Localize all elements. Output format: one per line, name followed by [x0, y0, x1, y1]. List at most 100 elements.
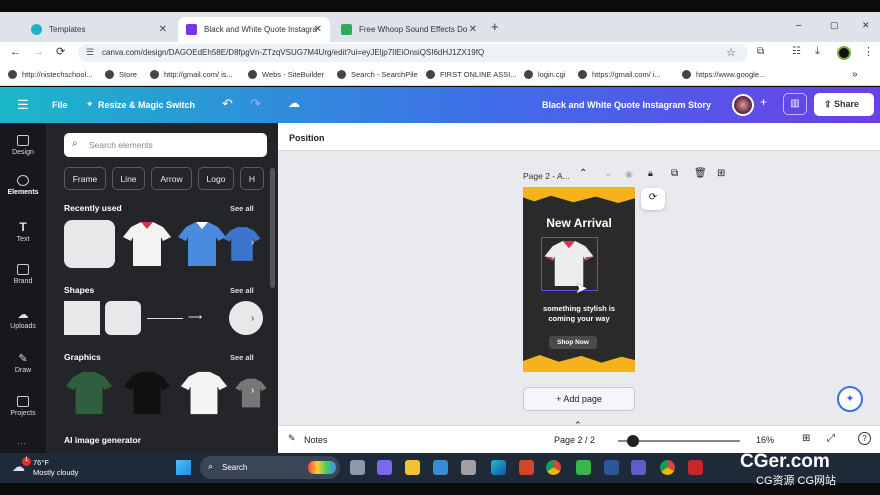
rail-draw[interactable]: ✎ Draw	[0, 352, 46, 374]
shape-square[interactable]	[64, 301, 100, 335]
reading-list-icon[interactable]: ☷	[792, 46, 801, 57]
new-tab-button[interactable]: +	[491, 19, 499, 34]
see-all-shapes-link[interactable]: See all	[230, 286, 254, 295]
close-window-button[interactable]: ✕	[862, 20, 870, 31]
chip-arrow[interactable]: Arrow	[151, 167, 192, 190]
design-shop-now-button[interactable]: Shop Now	[549, 336, 597, 349]
word-icon[interactable]	[604, 460, 619, 475]
shape-arrow[interactable]: ⟶	[188, 312, 224, 323]
design-tagline-line2[interactable]: coming your way	[523, 314, 635, 323]
zoom-level[interactable]: 16%	[756, 435, 774, 445]
shape-rounded-square[interactable]	[105, 301, 141, 335]
taskbar-search[interactable]: ⌕ Search	[200, 456, 340, 479]
profile-avatar[interactable]	[837, 46, 851, 60]
recent-polo-blue-2[interactable]	[222, 219, 262, 269]
redo-icon[interactable]: ↷	[250, 96, 261, 112]
bookmark-item[interactable]: Store	[105, 70, 137, 79]
help-icon[interactable]: ?	[858, 432, 871, 445]
task-view-icon[interactable]	[350, 460, 365, 475]
graphic-tshirt-black[interactable]	[122, 368, 172, 418]
recent-polo-white-red[interactable]	[121, 219, 173, 269]
chip-frame[interactable]: Frame	[64, 167, 106, 190]
app-icon[interactable]	[461, 460, 476, 475]
expand-pages-icon[interactable]: ⌃	[574, 420, 582, 431]
design-tagline-line1[interactable]: something stylish is	[523, 304, 635, 313]
bookmark-item[interactable]: Search - SearchPile	[337, 70, 418, 79]
bookmark-item[interactable]: FIRST ONLINE ASSI...	[426, 70, 517, 79]
user-avatar[interactable]	[732, 94, 754, 116]
bookmark-item[interactable]: Webs - SiteBuilder	[248, 70, 324, 79]
windows-start-icon[interactable]	[176, 460, 191, 475]
comment-add-button[interactable]: ⟳	[641, 188, 665, 210]
search-elements-input[interactable]: ⌕ Search elements	[64, 133, 267, 157]
duplicate-page-icon[interactable]: ⧉	[671, 168, 678, 179]
teams-chat-icon[interactable]	[377, 460, 392, 475]
chip-more[interactable]: H	[240, 167, 264, 190]
fullscreen-icon[interactable]: ⤢	[827, 433, 835, 444]
delete-page-icon[interactable]: 🗑︎	[694, 168, 707, 179]
minimize-button[interactable]: –	[796, 20, 802, 31]
resize-button[interactable]: Resize & Magic Switch	[98, 100, 195, 110]
recorder-icon[interactable]	[688, 460, 703, 475]
rail-design[interactable]: Design	[0, 135, 46, 156]
tab-design[interactable]: Black and White Quote Instagra ✕	[178, 17, 330, 42]
more-bookmarks-icon[interactable]: »	[852, 69, 858, 80]
rail-elements[interactable]: Elements	[0, 175, 46, 196]
more-menu-icon[interactable]: ⋮	[863, 45, 874, 58]
address-bar[interactable]: ☰ canva.com/design/DAGOEdEh58E/D8fpgVn-Z…	[78, 44, 748, 62]
tab-templates[interactable]: Templates ✕	[23, 17, 175, 42]
see-all-graphics-link[interactable]: See all	[230, 353, 254, 362]
chevron-right-icon[interactable]: ›	[251, 385, 254, 396]
chrome-profile-icon[interactable]	[660, 460, 675, 475]
chip-logo[interactable]: Logo	[198, 167, 234, 190]
close-tab-icon[interactable]: ✕	[469, 24, 477, 35]
teams-icon[interactable]	[631, 460, 646, 475]
site-info-icon[interactable]: ☰	[86, 47, 94, 58]
file-explorer-icon[interactable]	[405, 460, 420, 475]
recent-rounded-square[interactable]	[64, 220, 115, 268]
download-icon[interactable]: ⤓	[815, 45, 820, 58]
bookmark-item[interactable]: http://gmail.com/ is...	[150, 70, 233, 79]
see-all-recent-link[interactable]: See all	[230, 204, 254, 213]
tab-whoop-sounds[interactable]: Free Whoop Sound Effects Do ✕	[333, 17, 485, 42]
maximize-button[interactable]: ▢	[830, 20, 839, 31]
move-down-icon[interactable]: ⌄	[604, 168, 612, 179]
page-counter[interactable]: Page 2 / 2	[554, 435, 595, 445]
selected-shirt-frame[interactable]	[541, 237, 598, 291]
edge-icon[interactable]	[491, 460, 506, 475]
extensions-icon[interactable]: ⧉	[757, 46, 764, 57]
chrome-icon[interactable]	[546, 460, 561, 475]
back-arrow-icon[interactable]: ←	[10, 46, 21, 58]
forward-arrow-icon[interactable]: →	[33, 46, 44, 58]
graphic-polo-green[interactable]	[64, 368, 114, 418]
hamburger-icon[interactable]: ☰	[17, 97, 29, 113]
cloud-saved-icon[interactable]: ☁	[288, 96, 300, 110]
grid-view-icon[interactable]: ⊞	[802, 433, 810, 444]
page-label[interactable]: Page 2 - A...	[523, 171, 570, 181]
add-collaborator-button[interactable]: +	[760, 95, 767, 109]
position-button[interactable]: Position	[289, 133, 325, 143]
insights-chart-icon[interactable]: ▥	[783, 93, 807, 115]
bookmark-item[interactable]: login.cgi	[524, 70, 566, 79]
design-headline[interactable]: New Arrival	[523, 216, 635, 230]
collapse-page-icon[interactable]: ⌃	[579, 168, 587, 179]
rail-text[interactable]: T Text	[0, 220, 46, 243]
bookmark-item[interactable]: http://nistechschool...	[8, 70, 92, 79]
add-page-icon[interactable]: ⊞	[717, 168, 725, 179]
bookmark-item[interactable]: https://www.google...	[682, 70, 765, 79]
lock-icon[interactable]: 🔒︎	[648, 168, 653, 179]
magic-assistant-button[interactable]: ✦	[837, 386, 863, 412]
chip-line[interactable]: Line	[112, 167, 145, 190]
weather-description[interactable]: Mostly cloudy	[33, 468, 78, 477]
bookmark-star-icon[interactable]: ☆	[726, 46, 736, 59]
rail-projects[interactable]: Projects	[0, 396, 46, 417]
rail-brand[interactable]: Brand	[0, 264, 46, 285]
bookmark-item[interactable]: https://gmail.com/ i...	[578, 70, 661, 79]
camtasia-icon[interactable]	[576, 460, 591, 475]
chevron-right-icon[interactable]: ›	[251, 237, 254, 248]
notes-icon[interactable]: ✎	[288, 433, 296, 444]
file-menu-button[interactable]: File	[52, 100, 68, 110]
share-button[interactable]: ⇪ Share	[814, 93, 874, 116]
zoom-slider[interactable]	[618, 435, 740, 447]
panel-scrollbar[interactable]	[270, 168, 275, 288]
